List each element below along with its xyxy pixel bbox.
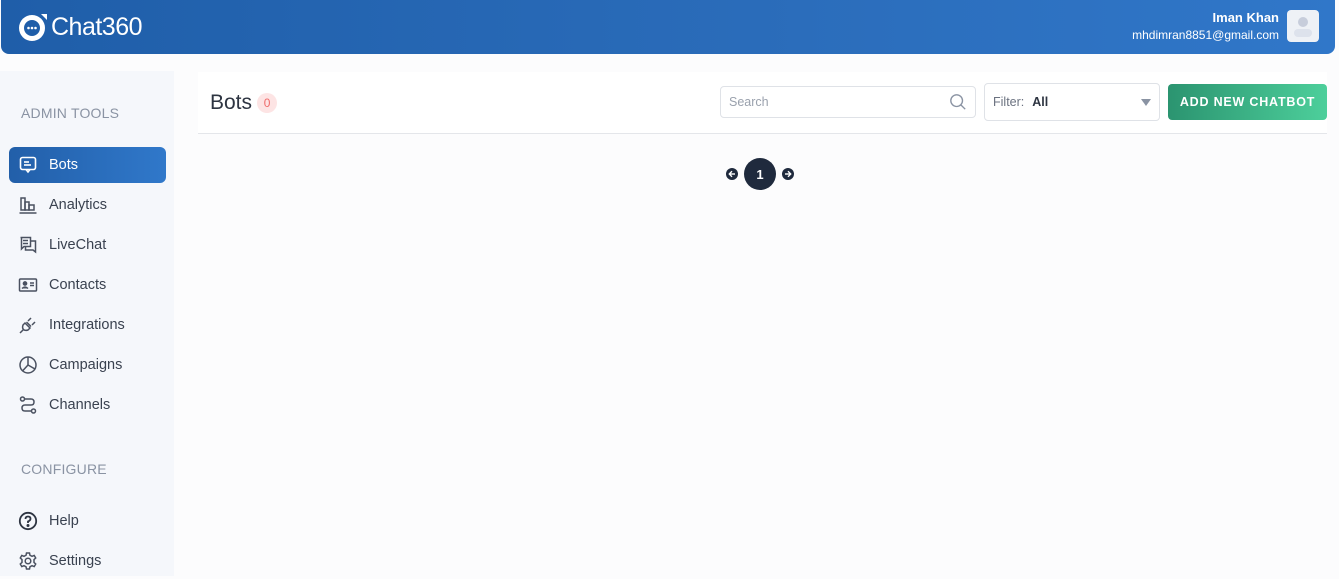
chat-bubble-icon <box>17 154 39 176</box>
chat-logo-icon <box>19 14 47 41</box>
count-badge: 0 <box>257 93 278 113</box>
gear-icon <box>17 550 39 572</box>
bar-chart-icon <box>17 194 39 216</box>
filter-label: Filter: <box>993 95 1025 109</box>
avatar[interactable] <box>1287 10 1319 42</box>
toolbar: Bots 0 Filter: All ADD NEW CHATBOT <box>198 72 1327 134</box>
search-box[interactable] <box>720 86 976 118</box>
sidebar-item-label: Help <box>49 513 79 529</box>
arrow-left-icon <box>728 170 735 178</box>
contact-card-icon <box>17 274 39 296</box>
section-title-admin-tools: ADMIN TOOLS <box>21 105 120 121</box>
sidebar-item-help[interactable]: Help <box>9 503 166 539</box>
sidebar-item-contacts[interactable]: Contacts <box>9 267 166 303</box>
filter-dropdown[interactable]: Filter: All <box>984 83 1160 121</box>
route-icon <box>17 394 39 416</box>
add-new-chatbot-button[interactable]: ADD NEW CHATBOT <box>1168 84 1327 120</box>
brand-logo[interactable]: Chat360 <box>17 10 143 44</box>
sidebar-item-label: Settings <box>49 553 102 569</box>
page-title: Bots 0 <box>210 91 278 115</box>
sidebar-item-bots[interactable]: Bots <box>9 147 166 183</box>
top-header: Chat360 Iman Khan mhdimran8851@gmail.com <box>1 0 1335 54</box>
user-info[interactable]: Iman Khan mhdimran8851@gmail.com <box>1132 10 1279 44</box>
sidebar-item-channels[interactable]: Channels <box>9 387 166 423</box>
main-content: Bots 0 Filter: All ADD NEW CHATBOT 1 <box>198 72 1327 576</box>
sidebar-item-livechat[interactable]: LiveChat <box>9 227 166 263</box>
sidebar-item-campaigns[interactable]: Campaigns <box>9 347 166 383</box>
search-icon[interactable] <box>949 93 967 111</box>
sidebar-item-analytics[interactable]: Analytics <box>9 187 166 223</box>
arrow-right-icon <box>785 170 792 178</box>
page-title-text: Bots <box>210 91 253 114</box>
sidebar-item-settings[interactable]: Settings <box>9 543 166 579</box>
user-name: Iman Khan <box>1212 10 1279 25</box>
section-title-configure: CONFIGURE <box>21 461 107 477</box>
pagination: 1 <box>726 158 794 190</box>
next-page-button[interactable] <box>782 168 794 180</box>
sidebar-item-label: Channels <box>49 397 111 413</box>
prev-page-button[interactable] <box>726 168 738 180</box>
help-circle-icon <box>17 510 39 532</box>
sidebar-item-integrations[interactable]: Integrations <box>9 307 166 343</box>
page-number-button[interactable]: 1 <box>744 158 776 190</box>
sidebar: ADMIN TOOLS Bots Analytics LiveChat Cont… <box>0 71 174 576</box>
brand-name: Chat360 <box>51 12 143 41</box>
user-email: mhdimran8851@gmail.com <box>1132 28 1279 42</box>
pie-chart-icon <box>17 354 39 376</box>
caret-down-icon <box>1141 99 1151 106</box>
sidebar-item-label: Campaigns <box>49 357 123 373</box>
sidebar-item-label: Analytics <box>49 197 108 213</box>
plug-icon <box>17 314 39 336</box>
filter-value: All <box>1032 95 1049 109</box>
sidebar-item-label: Contacts <box>49 277 107 293</box>
sidebar-item-label: Integrations <box>49 317 125 333</box>
sidebar-item-label: LiveChat <box>49 237 107 253</box>
chat-messages-icon <box>17 234 39 256</box>
user-icon <box>1294 17 1312 37</box>
search-input[interactable] <box>721 87 941 117</box>
sidebar-item-label: Bots <box>49 157 79 173</box>
